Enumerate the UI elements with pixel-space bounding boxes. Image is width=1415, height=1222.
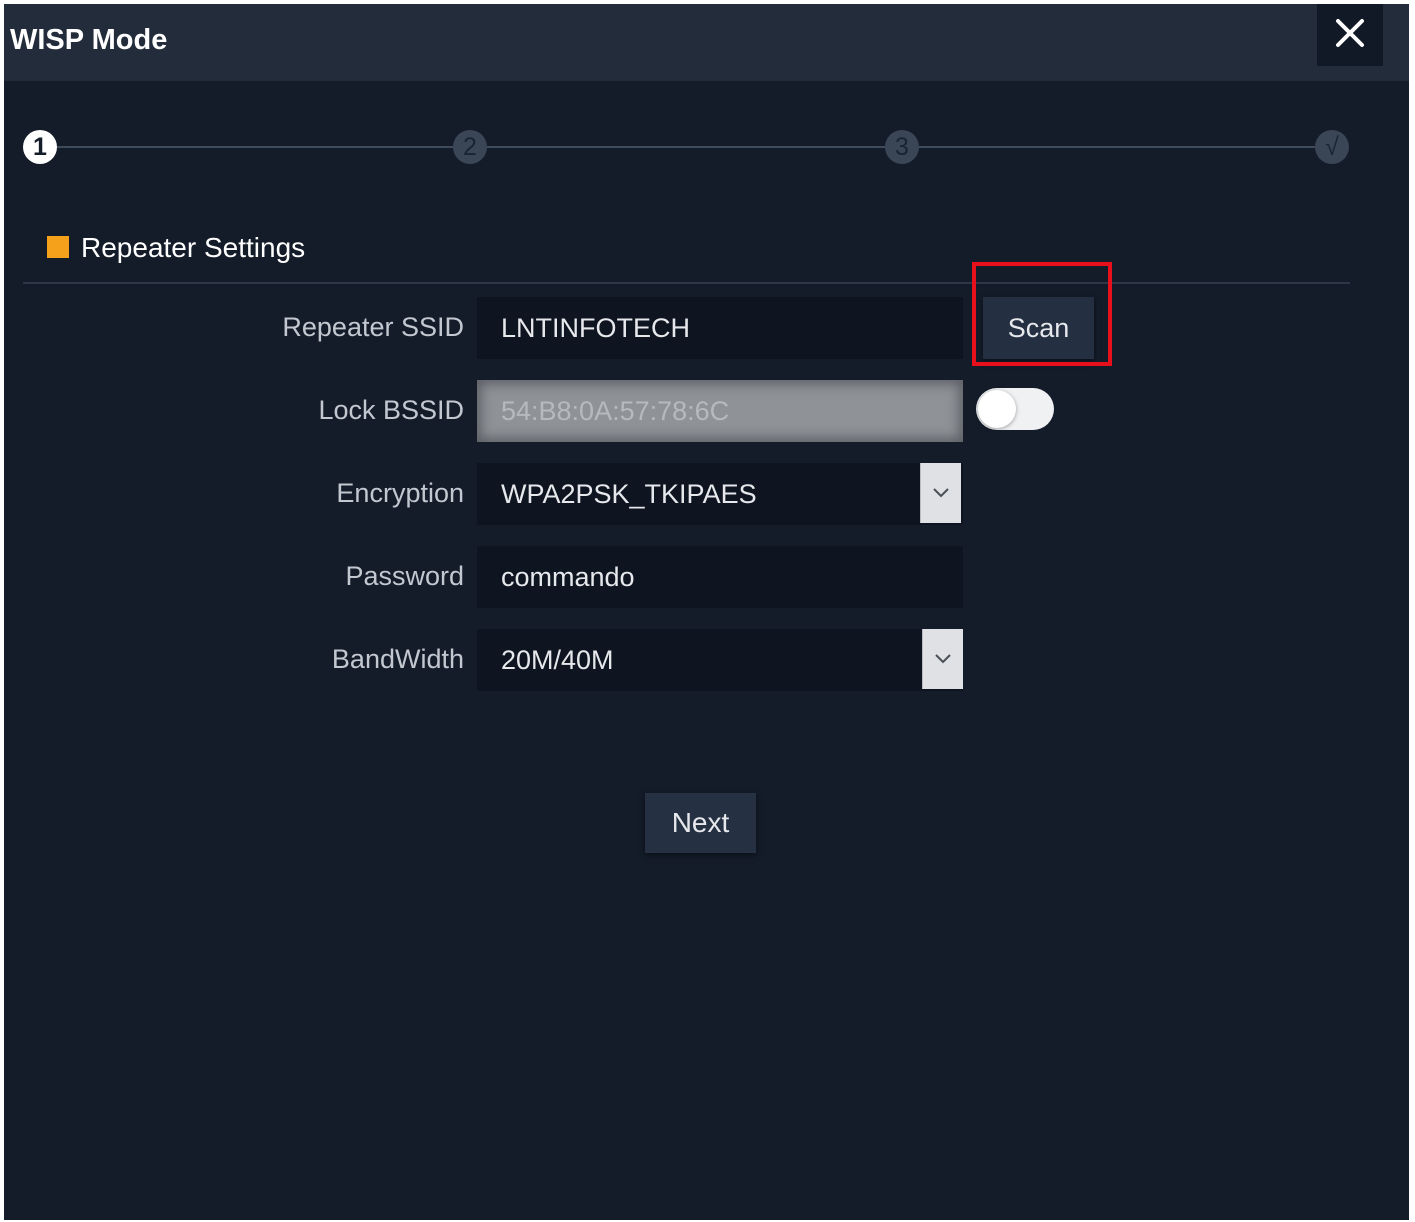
dialog-title: WISP Mode (10, 24, 168, 56)
bandwidth-label: BandWidth (331, 644, 464, 674)
step-done: √ (1315, 130, 1349, 164)
encryption-dropdown-button[interactable] (920, 463, 961, 523)
step-connector (57, 146, 453, 148)
password-label: Password (345, 561, 464, 591)
chevron-down-icon (933, 488, 949, 498)
toggle-knob (978, 390, 1016, 428)
wisp-mode-dialog: WISP Mode 1 2 3 √ Repeater Settings Repe… (4, 4, 1409, 1220)
repeater-ssid-label: Repeater SSID (282, 312, 464, 342)
close-icon (1336, 19, 1364, 47)
encryption-select[interactable]: WPA2PSK_TKIPAES (477, 463, 963, 525)
encryption-label: Encryption (336, 478, 464, 508)
lock-bssid-toggle[interactable] (976, 388, 1054, 430)
bandwidth-dropdown-button[interactable] (922, 629, 963, 689)
step-3: 3 (885, 130, 919, 164)
lock-bssid-label: Lock BSSID (318, 395, 464, 425)
section-title: Repeater Settings (81, 232, 306, 263)
step-connector (919, 146, 1315, 148)
dialog-titlebar: WISP Mode (4, 4, 1409, 81)
repeater-ssid-input[interactable] (477, 297, 963, 359)
password-input[interactable] (477, 546, 963, 608)
scan-highlight-annotation (972, 262, 1112, 366)
chevron-down-icon (935, 654, 951, 664)
next-button[interactable]: Next (645, 793, 756, 853)
section-marker (47, 236, 69, 258)
step-2: 2 (453, 130, 487, 164)
step-connector (487, 146, 885, 148)
lock-bssid-input (477, 380, 963, 442)
step-1: 1 (23, 130, 57, 164)
bandwidth-select[interactable]: 20M/40M (477, 629, 963, 691)
close-button[interactable] (1317, 4, 1383, 66)
section-divider (23, 282, 1350, 284)
